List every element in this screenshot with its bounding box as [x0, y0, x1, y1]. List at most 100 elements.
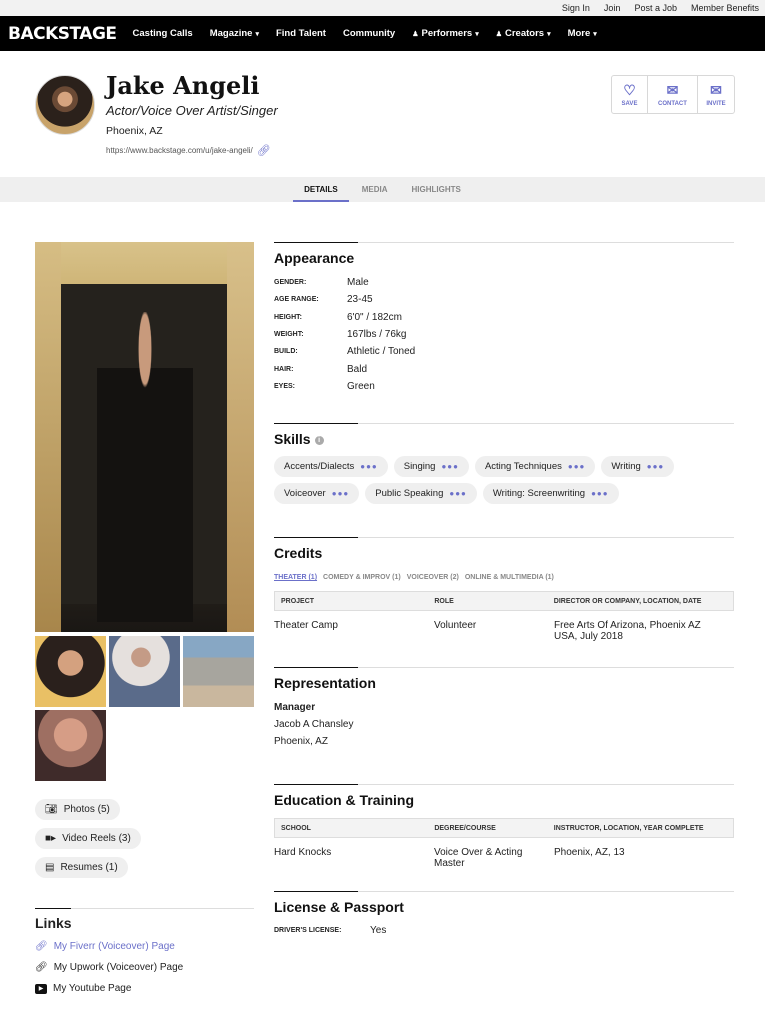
link-icon: 🔗︎	[35, 941, 48, 952]
photo-wall-right	[227, 242, 254, 632]
attr-value: Bald	[347, 363, 368, 375]
right-column: Appearance GENDER: Male AGE RANGE: 23-45 H…	[274, 242, 734, 936]
media-buttons: 📷︎ Photos (5) ■▸ Video Reels (3) ▤ Resumes …	[35, 799, 254, 878]
col-instructor: INSTRUCTOR, LOCATION, YEAR COMPLETE	[553, 824, 704, 832]
credits-tab-online[interactable]: ONLINE & MULTIMEDIA (1)	[465, 574, 554, 581]
photos-button[interactable]: 📷︎ Photos (5)	[35, 799, 120, 820]
col-project: PROJECT	[281, 597, 315, 605]
skill-chip[interactable]: Singing ●●●	[393, 456, 469, 477]
nav-magazine[interactable]: Magazine ▾	[210, 28, 259, 39]
contact-button[interactable]: ✉ CONTACT	[648, 76, 698, 113]
attr-row: BUILD: Athletic / Toned	[274, 343, 734, 360]
skill-level-dots-icon: ●●●	[449, 489, 467, 498]
col-degree: DEGREE/COURSE	[434, 824, 496, 832]
nav-more-label: More	[567, 28, 591, 39]
attr-row: HAIR: Bald	[274, 360, 734, 377]
photo-wall-left	[35, 242, 61, 632]
chevron-down-icon: ▾	[593, 30, 597, 38]
post-job-link[interactable]: Post a Job	[634, 3, 677, 13]
col-director: DIRECTOR OR COMPANY, LOCATION, DATE	[553, 597, 702, 605]
profile-url-row: https://www.backstage.com/u/jake-angeli/…	[106, 144, 271, 157]
credit-director-line2: USA, July 2018	[554, 631, 623, 642]
credit-director-line1: Free Arts Of Arizona, Phoenix AZ	[554, 620, 701, 631]
nav-creators[interactable]: ♟ Creators ▾	[496, 28, 551, 39]
fiverr-link[interactable]: 🔗︎ My Fiverr (Voiceover) Page	[35, 941, 254, 952]
skill-level-dots-icon: ●●●	[360, 462, 378, 471]
col-role: ROLE	[434, 597, 454, 605]
nav-casting-calls[interactable]: Casting Calls	[133, 28, 193, 39]
photo-thumbnail[interactable]	[183, 636, 254, 707]
attr-value: Male	[347, 277, 369, 289]
skill-chip[interactable]: Writing ●●●	[601, 456, 675, 477]
credits-tab-comedy[interactable]: COMEDY & IMPROV (1)	[323, 574, 401, 581]
heart-icon: ♡	[623, 82, 636, 98]
profile-header: Jake Angeli Actor/Voice Over Artist/Sing…	[0, 51, 765, 177]
youtube-icon: ▶	[35, 983, 47, 994]
upwork-link[interactable]: 🔗︎ My Upwork (Voiceover) Page	[35, 962, 254, 973]
save-button[interactable]: ♡ SAVE	[612, 76, 648, 113]
attr-key: BUILD:	[274, 348, 298, 356]
col-school: SCHOOL	[281, 824, 311, 832]
photo-figure	[97, 312, 193, 622]
nav-more[interactable]: More ▾	[568, 28, 597, 39]
skills-heading: Skills i	[274, 424, 734, 447]
nav-find-talent-label: Find Talent	[275, 28, 326, 39]
skill-chip[interactable]: Voiceover ●●●	[274, 483, 360, 504]
tab-media[interactable]: MEDIA	[351, 177, 399, 202]
invite-button[interactable]: ✉ INVITE	[698, 76, 734, 113]
representation-details: Manager Jacob A Chansley Phoenix, AZ	[274, 699, 734, 750]
attr-row: WEIGHT: 167lbs / 76kg	[274, 326, 734, 343]
main-nav: BACKSTAGE Casting Calls Magazine ▾ Find T…	[0, 16, 765, 51]
chevron-down-icon: ▾	[547, 30, 551, 38]
member-benefits-link[interactable]: Member Benefits	[691, 3, 759, 13]
photo-thumbnail[interactable]	[35, 636, 106, 707]
skill-level-dots-icon: ●●●	[331, 489, 350, 498]
invite-label: INVITE	[706, 101, 726, 107]
skill-level-dots-icon: ●●●	[441, 462, 459, 471]
left-column: 📷︎ Photos (5) ■▸ Video Reels (3) ▤ Resumes …	[35, 242, 254, 994]
tab-details[interactable]: DETAILS	[293, 177, 349, 202]
video-reels-button[interactable]: ■▸ Video Reels (3)	[35, 828, 141, 849]
profile-tabs: DETAILS MEDIA HIGHLIGHTS	[0, 177, 765, 202]
skill-chip[interactable]: Public Speaking ●●●	[365, 483, 477, 504]
attr-value: Green	[347, 380, 375, 392]
skills-list: Accents/Dialects ●●● Singing ●●● Acting Te…	[274, 456, 724, 504]
rep-type: Manager	[274, 702, 316, 713]
credit-project: Theater Camp	[274, 620, 338, 631]
main-headshot[interactable]	[35, 242, 254, 632]
copy-link-icon[interactable]: 🔗︎	[257, 144, 271, 157]
credits-tabs: THEATER (1) COMEDY & IMPROV (1) VOICEOVE…	[274, 574, 734, 581]
skill-level-dots-icon: ●●●	[567, 462, 586, 471]
nav-find-talent[interactable]: Find Talent	[276, 28, 326, 39]
credits-tab-theater[interactable]: THEATER (1)	[274, 574, 317, 581]
nav-community[interactable]: Community	[343, 28, 395, 39]
credit-director: Free Arts Of Arizona, Phoenix AZ USA, Jul…	[554, 620, 734, 642]
photo-thumbnail[interactable]	[35, 710, 106, 781]
skill-chip[interactable]: Acting Techniques ●●●	[474, 456, 596, 477]
skill-chip[interactable]: Accents/Dialects ●●●	[274, 456, 388, 477]
tab-highlights[interactable]: HIGHLIGHTS	[401, 177, 472, 202]
top-utility-bar: Sign In Join Post a Job Member Benefits	[0, 0, 765, 16]
sign-in-link[interactable]: Sign In	[562, 3, 590, 13]
chevron-down-icon: ▾	[475, 30, 479, 38]
profile-url: https://www.backstage.com/u/jake-angeli/	[106, 146, 253, 155]
info-icon[interactable]: i	[314, 435, 324, 445]
skills-heading-label: Skills	[274, 431, 311, 447]
education-heading: Education & Training	[274, 792, 415, 808]
photo-thumbnail[interactable]	[109, 636, 180, 707]
resumes-button[interactable]: ▤ Resumes (1)	[35, 857, 128, 878]
person-icon: ♟	[495, 30, 502, 38]
nav-performers[interactable]: ♟ Performers ▾	[412, 28, 479, 39]
youtube-link[interactable]: ▶ My Youtube Page	[35, 983, 254, 994]
photo-thumbnails	[35, 636, 254, 781]
skill-chip[interactable]: Writing: Screenwriting ●●●	[482, 483, 619, 504]
edu-school: Hard Knocks	[274, 847, 332, 858]
backstage-logo[interactable]: BACKSTAGE	[8, 24, 117, 44]
nav-casting-calls-label: Casting Calls	[132, 28, 193, 39]
nav-magazine-label: Magazine	[209, 28, 253, 39]
fiverr-link-label: My Fiverr (Voiceover) Page	[53, 941, 175, 952]
join-link[interactable]: Join	[604, 3, 621, 13]
credits-tab-voiceover[interactable]: VOICEOVER (2)	[407, 574, 459, 581]
mail-icon: ✉	[666, 82, 679, 98]
video-reels-label: Video Reels (3)	[62, 833, 131, 844]
